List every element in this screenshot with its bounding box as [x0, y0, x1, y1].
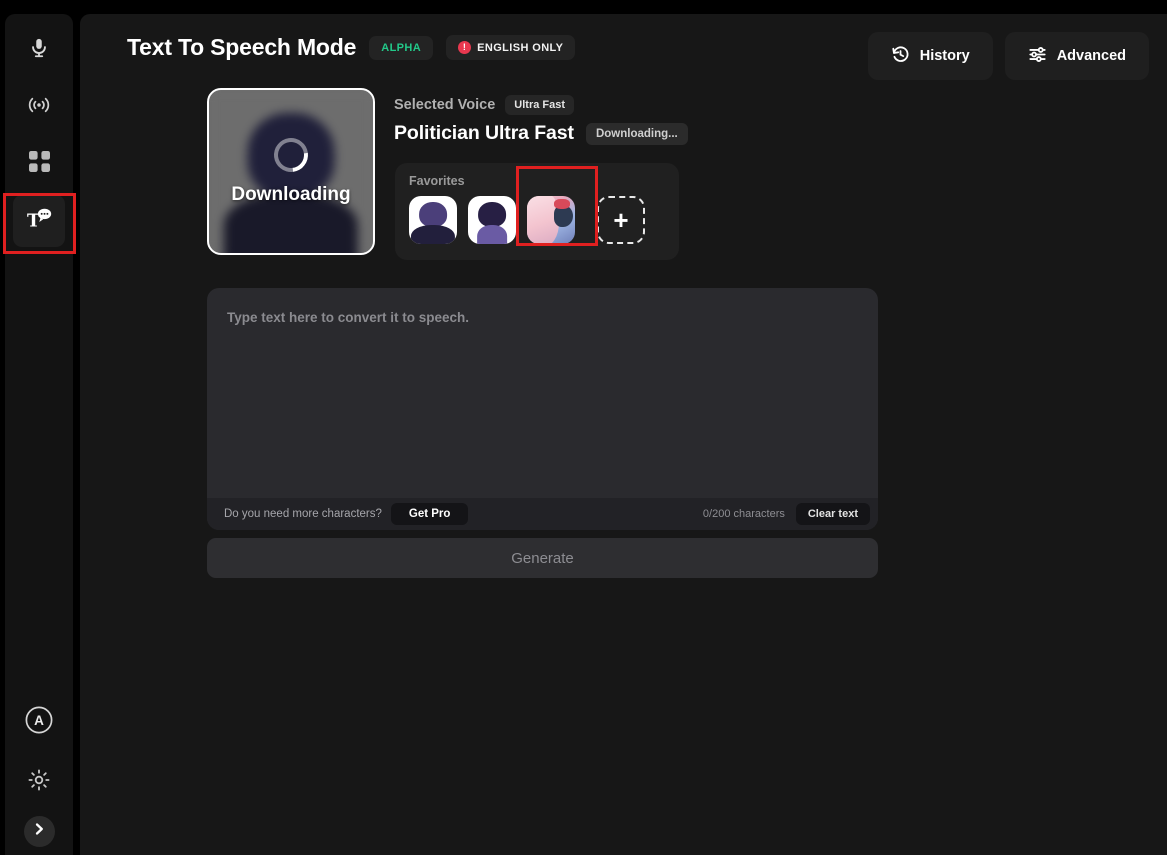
editor-footer: Do you need more characters? Get Pro 0/2… — [207, 498, 878, 530]
english-only-label: ENGLISH ONLY — [477, 41, 564, 54]
sidebar-item-text-to-speech[interactable]: T — [13, 195, 65, 247]
expand-sidebar-button[interactable] — [23, 816, 55, 847]
sidebar-bottom-nav: A — [5, 696, 73, 847]
editor-footer-left: Do you need more characters? Get Pro — [224, 503, 469, 525]
speech-text-input[interactable] — [207, 288, 878, 498]
warning-icon: ! — [458, 41, 472, 54]
selected-voice-label: Selected Voice — [394, 97, 496, 113]
gear-icon — [27, 768, 51, 797]
favorites-panel: Favorites + — [395, 163, 679, 260]
header-actions: History Advanced — [867, 32, 1149, 80]
account-avatar-icon: A — [25, 706, 53, 739]
page-header: Text To Speech Mode ALPHA ! ENGLISH ONLY — [127, 32, 1149, 90]
advanced-button[interactable]: Advanced — [1004, 32, 1149, 80]
get-pro-button[interactable]: Get Pro — [390, 503, 469, 525]
sidebar-top-nav: T — [13, 24, 65, 247]
selected-voice-block: Selected Voice Ultra Fast Politician Ult… — [394, 95, 688, 145]
app-window: T A Text To Speech Mode ALPHA ! ENGLISH … — [0, 0, 1167, 855]
advanced-label: Advanced — [1056, 48, 1126, 64]
selected-voice-bottom-row: Politician Ultra Fast Downloading... — [394, 122, 688, 145]
add-favorite-button[interactable]: + — [597, 196, 645, 244]
voice-preview-card[interactable]: Downloading — [207, 88, 375, 255]
sliders-icon — [1028, 45, 1047, 68]
grid-icon — [28, 151, 50, 177]
favorite-voice-3[interactable] — [527, 196, 575, 244]
account-initial: A — [34, 713, 44, 728]
generate-button[interactable]: Generate — [207, 538, 878, 578]
favorite-voice-1[interactable] — [409, 196, 457, 244]
sidebar-item-settings[interactable] — [13, 756, 65, 808]
character-counter: 0/200 characters — [702, 508, 785, 520]
english-only-badge: ! ENGLISH ONLY — [446, 35, 576, 60]
page-title: Text To Speech Mode — [127, 34, 357, 60]
favorites-list: + — [409, 196, 665, 244]
voice-card-overlay: Downloading — [209, 90, 373, 253]
alpha-badge: ALPHA — [369, 35, 434, 60]
favorite-voice-2[interactable] — [468, 196, 516, 244]
text-editor-panel: Do you need more characters? Get Pro 0/2… — [207, 288, 878, 530]
sidebar-item-soundboard-live[interactable] — [13, 81, 65, 133]
alpha-badge-label: ALPHA — [381, 41, 422, 54]
main-content: Text To Speech Mode ALPHA ! ENGLISH ONLY — [80, 14, 1167, 855]
sidebar-item-apps-grid[interactable] — [13, 138, 65, 190]
loading-spinner-icon — [267, 130, 315, 179]
voice-card-status-label: Downloading — [231, 183, 351, 205]
sidebar-item-account[interactable]: A — [13, 696, 65, 748]
clear-text-button[interactable]: Clear text — [795, 503, 870, 525]
chevron-right-icon — [32, 822, 46, 841]
sidebar-item-voice-changer[interactable] — [13, 24, 65, 76]
microphone-icon — [28, 37, 50, 64]
selected-voice-status-badge: Downloading... — [585, 122, 688, 145]
selected-voice-name: Politician Ultra Fast — [394, 122, 574, 144]
history-label: History — [919, 48, 970, 64]
text-to-speech-icon: T — [26, 207, 52, 236]
voice-speed-chip: Ultra Fast — [505, 95, 575, 115]
editor-footer-right: 0/200 characters Clear text — [703, 503, 870, 525]
broadcast-icon — [27, 94, 51, 121]
favorites-title: Favorites — [409, 174, 465, 188]
selected-voice-top-row: Selected Voice Ultra Fast — [394, 95, 688, 115]
more-characters-note: Do you need more characters? — [224, 508, 382, 520]
history-icon — [891, 45, 910, 68]
history-button[interactable]: History — [867, 32, 993, 80]
left-sidebar: T A — [5, 14, 73, 855]
